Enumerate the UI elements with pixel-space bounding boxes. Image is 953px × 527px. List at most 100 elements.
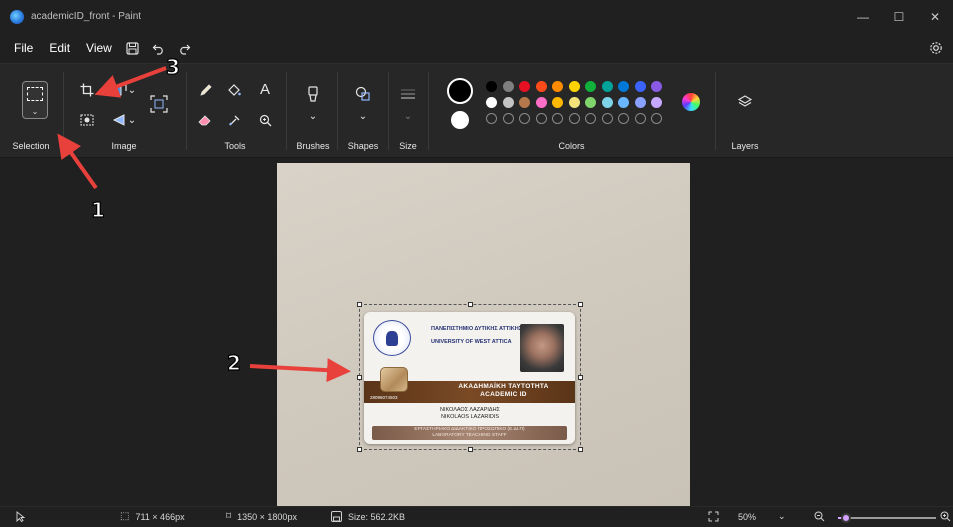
canvas-size-icon: ⌑ <box>226 511 232 522</box>
close-button[interactable]: ✕ <box>917 0 953 33</box>
menu-view[interactable]: View <box>78 33 120 63</box>
custom-color-slot[interactable] <box>601 113 613 124</box>
pencil-icon[interactable] <box>195 80 215 100</box>
eraser-icon[interactable] <box>195 110 215 130</box>
custom-color-slot[interactable] <box>535 113 547 124</box>
color-swatch[interactable] <box>502 81 514 92</box>
color-swatch[interactable] <box>585 81 596 92</box>
save-icon[interactable] <box>120 33 146 63</box>
color-swatch[interactable] <box>634 81 646 92</box>
paint-app-icon <box>10 9 24 24</box>
color-swatch[interactable] <box>486 97 497 108</box>
custom-color-slot[interactable] <box>552 113 563 124</box>
color-swatch[interactable] <box>568 81 580 92</box>
maximize-button[interactable]: ☐ <box>881 0 917 33</box>
ribbon-divider <box>388 72 389 150</box>
color-swatch[interactable] <box>519 97 530 108</box>
color-swatch[interactable] <box>552 97 563 108</box>
ribbon-divider <box>337 72 338 150</box>
selection-handle[interactable] <box>578 302 583 307</box>
colors-group-label: Colors <box>558 141 585 151</box>
selection-handle[interactable] <box>357 447 362 452</box>
file-size-save-icon <box>331 511 342 522</box>
color-swatch[interactable] <box>634 97 646 108</box>
zoom-level-text: 50% <box>738 511 757 522</box>
selection-handle[interactable] <box>357 302 362 307</box>
custom-color-slot[interactable] <box>651 113 662 124</box>
color-swatch[interactable] <box>535 81 547 92</box>
shapes-icon[interactable] <box>353 84 373 104</box>
selection-rectangle-icon <box>27 87 43 101</box>
custom-color-slot[interactable] <box>502 113 514 124</box>
edit-colors-wheel-icon[interactable] <box>682 93 700 111</box>
zoom-slider-thumb[interactable] <box>841 513 851 523</box>
menu-edit[interactable]: Edit <box>41 33 78 63</box>
color-picker-icon[interactable] <box>224 110 244 130</box>
selection-handle[interactable] <box>357 375 362 380</box>
color-swatch[interactable] <box>502 97 514 108</box>
canvas-size-text: 1350 × 1800px <box>237 511 297 522</box>
stroke-size-icon[interactable] <box>398 84 418 104</box>
zoom-slider[interactable] <box>838 513 936 523</box>
custom-color-slot[interactable] <box>634 113 646 124</box>
selection-tool-button[interactable]: ⌄ <box>22 81 48 119</box>
zoom-level-select[interactable]: 50% ⌄ <box>738 511 786 522</box>
color-swatch[interactable] <box>552 81 563 92</box>
rotate-chevron-icon[interactable]: ⌄ <box>126 110 138 130</box>
color-swatch[interactable] <box>601 97 613 108</box>
custom-color-slot[interactable] <box>519 113 530 124</box>
selection-handle[interactable] <box>578 447 583 452</box>
zoom-in-icon[interactable] <box>940 511 951 522</box>
color-swatch[interactable] <box>519 81 530 92</box>
remove-background-icon[interactable] <box>77 110 97 130</box>
crop-icon[interactable] <box>77 80 97 100</box>
window-controls: — ☐ ✕ <box>845 0 953 33</box>
color-swatch[interactable] <box>585 97 596 108</box>
brushes-group-label: Brushes <box>296 141 330 151</box>
menu-file[interactable]: File <box>6 33 41 63</box>
magnifier-icon[interactable] <box>255 110 275 130</box>
fit-to-window-icon[interactable] <box>708 511 719 522</box>
color-swatch[interactable] <box>651 81 662 92</box>
layers-icon[interactable] <box>735 92 755 112</box>
text-tool-icon[interactable]: A <box>255 79 275 99</box>
custom-color-slot[interactable] <box>618 113 629 124</box>
tools-group-label: Tools <box>224 141 246 151</box>
file-size-readout: Size: 562.2KB <box>331 511 405 522</box>
brush-icon[interactable] <box>303 84 323 104</box>
selection-rectangle[interactable] <box>357 302 583 452</box>
selection-handle[interactable] <box>578 375 583 380</box>
brushes-chevron-icon[interactable]: ⌄ <box>307 106 319 126</box>
ribbon-toolbar: ⌄ Selection ⌄ ⌄ Image A Tools ⌄ Brushes … <box>0 63 953 158</box>
secondary-color-swatch[interactable] <box>451 111 469 129</box>
shapes-chevron-icon[interactable]: ⌄ <box>357 106 369 126</box>
shapes-group[interactable]: ⌄ Shapes <box>340 64 386 159</box>
custom-color-slot[interactable] <box>585 113 596 124</box>
minimize-button[interactable]: — <box>845 0 881 33</box>
drawing-canvas[interactable]: ΠΑΝΕΠΙΣΤΗΜΙΟ ΔΥΤΙΚΗΣ ΑΤΤΙΚΗΣ UNIVERSITY … <box>277 163 690 506</box>
zoom-out-icon[interactable] <box>814 511 825 522</box>
layers-group[interactable]: Layers <box>717 64 773 159</box>
color-swatch[interactable] <box>601 81 613 92</box>
selection-handle[interactable] <box>468 302 473 307</box>
fill-bucket-icon[interactable] <box>224 80 244 100</box>
custom-color-slot[interactable] <box>486 113 497 124</box>
size-group[interactable]: ⌄ Size <box>390 64 426 159</box>
settings-icon[interactable] <box>923 33 949 63</box>
primary-color-swatch[interactable] <box>447 78 473 104</box>
color-swatch[interactable] <box>535 97 547 108</box>
callout-number-2: 2 <box>226 350 241 375</box>
size-chevron-icon[interactable]: ⌄ <box>402 106 414 126</box>
resize-chevron-icon[interactable]: ⌄ <box>126 80 138 100</box>
custom-color-slot[interactable] <box>568 113 580 124</box>
color-swatch[interactable] <box>568 97 580 108</box>
tools-group: A Tools <box>187 64 283 159</box>
selection-size-icon: ⬚ <box>120 511 130 522</box>
brushes-group[interactable]: ⌄ Brushes <box>290 64 336 159</box>
color-swatch[interactable] <box>618 97 629 108</box>
color-swatch[interactable] <box>651 97 662 108</box>
image-creator-icon[interactable] <box>149 94 169 114</box>
color-swatch[interactable] <box>618 81 629 92</box>
selection-handle[interactable] <box>468 447 473 452</box>
color-swatch[interactable] <box>486 81 497 92</box>
